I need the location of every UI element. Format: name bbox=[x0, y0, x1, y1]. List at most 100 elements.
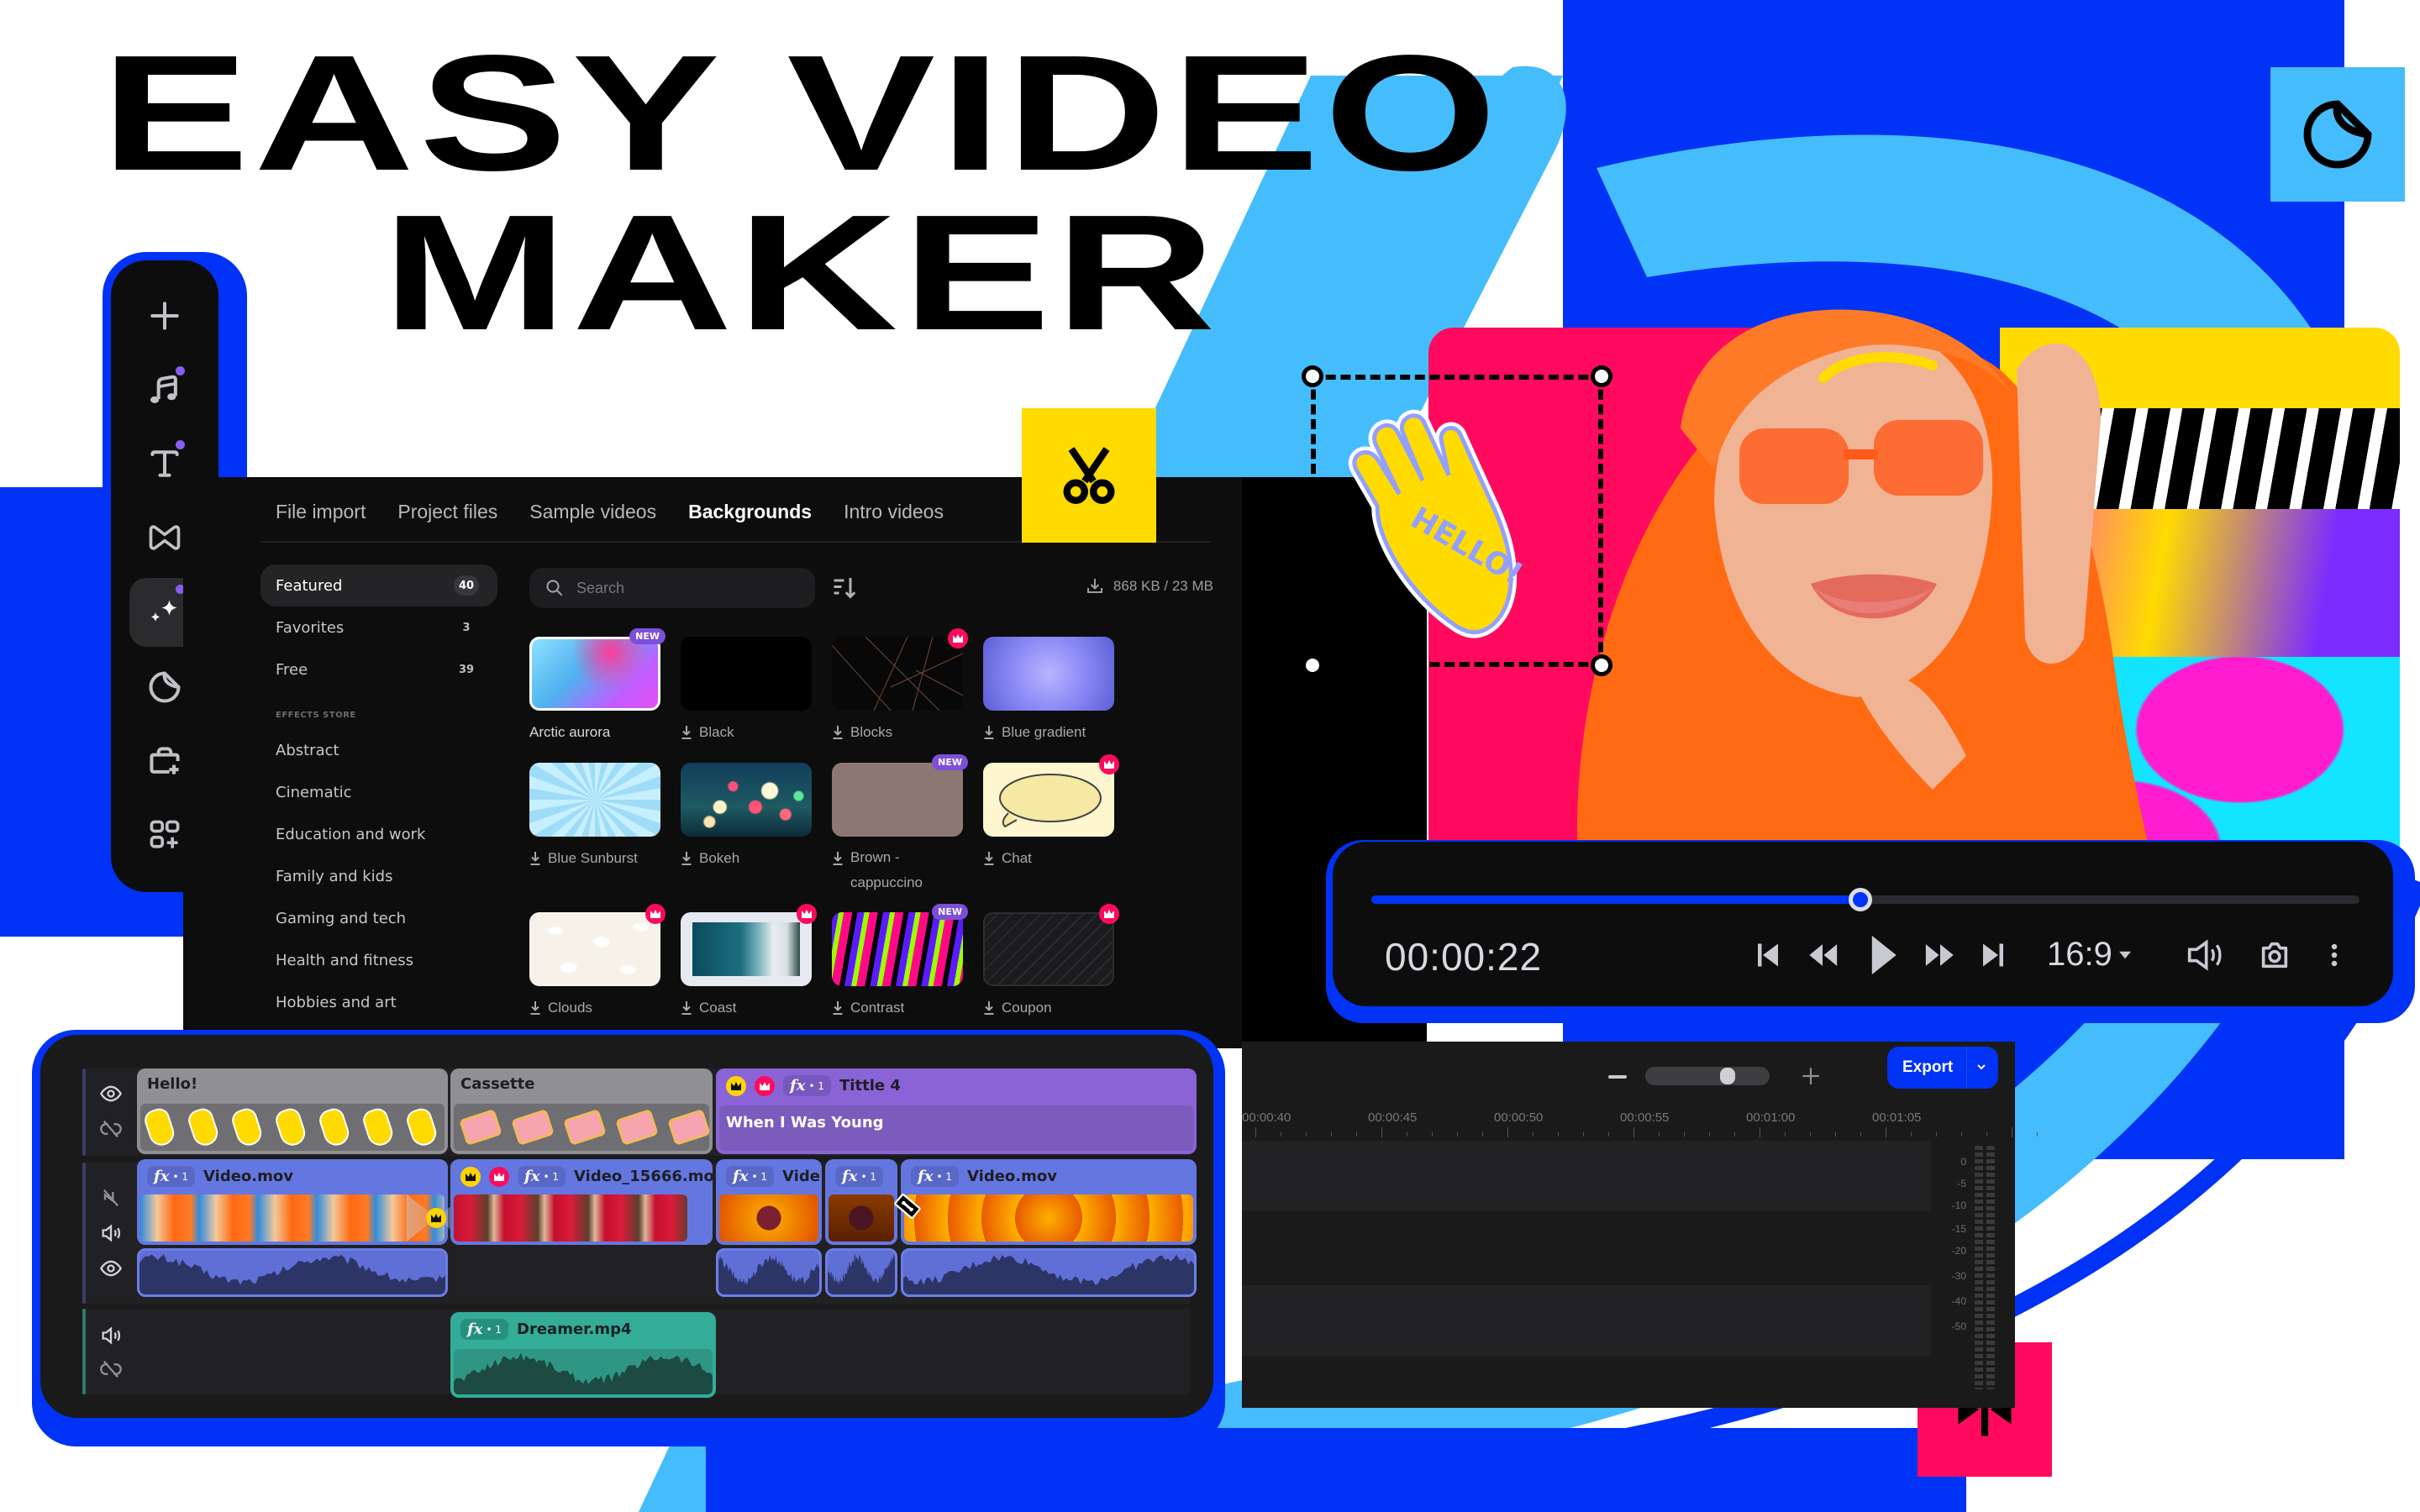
sticker-tool-badge[interactable] bbox=[2270, 67, 2405, 202]
clip-audio-waveform[interactable] bbox=[716, 1248, 822, 1297]
zoom-out-button[interactable] bbox=[1608, 1075, 1627, 1079]
notification-dot bbox=[176, 366, 185, 375]
background-card[interactable]: Bokeh bbox=[681, 763, 812, 895]
search-box[interactable] bbox=[529, 568, 815, 608]
fx-badge[interactable]: fx • 1 bbox=[518, 1166, 566, 1187]
category-featured[interactable]: Featured 40 bbox=[260, 564, 497, 606]
export-button[interactable]: Export bbox=[1887, 1047, 1998, 1089]
timeline-zoom-slider[interactable] bbox=[1645, 1067, 1770, 1085]
waveform-path bbox=[828, 1254, 895, 1294]
track-visibility-toggle[interactable] bbox=[99, 1082, 123, 1105]
tab-project-files[interactable]: Project files bbox=[397, 501, 497, 523]
fx-badge[interactable]: fx • 1 bbox=[783, 1075, 832, 1096]
background-card[interactable]: NEW Contrast bbox=[832, 904, 968, 1021]
meter-label: 0 bbox=[1960, 1156, 1966, 1168]
clip-audio[interactable]: fx • 1 Dreamer.mp4 bbox=[450, 1312, 716, 1398]
track-link-toggle[interactable] bbox=[99, 1117, 123, 1141]
store-category-hobbies[interactable]: Hobbies and art bbox=[260, 981, 497, 1023]
clip-video[interactable]: fx • 1 Video.mov bbox=[137, 1159, 448, 1245]
resize-handle-top-right[interactable] bbox=[1591, 365, 1612, 387]
store-category-cinematic[interactable]: Cinematic bbox=[260, 771, 497, 813]
background-card[interactable]: Chat bbox=[983, 754, 1119, 895]
skip-to-start-button[interactable] bbox=[1751, 934, 1785, 976]
volume-button[interactable] bbox=[2181, 934, 2228, 976]
card-name: Blue Sunburst bbox=[548, 850, 638, 866]
store-category-gaming[interactable]: Gaming and tech bbox=[260, 897, 497, 939]
store-category-education[interactable]: Education and work bbox=[260, 813, 497, 855]
skip-to-end-button[interactable] bbox=[1976, 934, 2010, 976]
tab-sample-videos[interactable]: Sample videos bbox=[529, 501, 656, 523]
track-link-toggle[interactable] bbox=[99, 1357, 123, 1381]
fx-badge[interactable]: fx • 1 bbox=[726, 1166, 775, 1187]
category-free[interactable]: Free 39 bbox=[260, 648, 497, 690]
aspect-ratio-dropdown[interactable]: 16:9 bbox=[2047, 936, 2131, 974]
background-card[interactable]: Blue Sunburst bbox=[529, 763, 660, 895]
selection-box[interactable] bbox=[1302, 365, 1612, 676]
premium-badge bbox=[948, 628, 968, 648]
rewind-icon bbox=[1809, 944, 1838, 966]
store-category-health[interactable]: Health and fitness bbox=[260, 939, 497, 981]
fx-badge[interactable]: fx • 1 bbox=[911, 1166, 960, 1187]
resize-handle-bottom-right[interactable] bbox=[1591, 654, 1612, 676]
audio-meter-right bbox=[1986, 1146, 1995, 1389]
zoom-in-button[interactable] bbox=[1800, 1065, 1822, 1087]
background-card[interactable]: Coupon bbox=[983, 904, 1119, 1021]
category-count: 3 bbox=[462, 621, 471, 634]
store-category-abstract[interactable]: Abstract bbox=[260, 729, 497, 771]
track-audio-toggle[interactable] bbox=[99, 1221, 123, 1245]
storage-text: 868 KB / 23 MB bbox=[1113, 578, 1213, 594]
clip-video[interactable]: fx • 1 Vide bbox=[716, 1159, 822, 1245]
background-card[interactable]: Blocks bbox=[832, 628, 968, 746]
resize-handle-bottom-left[interactable] bbox=[1302, 654, 1323, 676]
clip-audio-waveform[interactable] bbox=[137, 1248, 448, 1297]
track-visibility-toggle[interactable] bbox=[99, 1257, 123, 1280]
zoom-slider-handle[interactable] bbox=[1719, 1068, 1735, 1084]
chevron-down-icon[interactable] bbox=[1975, 1060, 1988, 1074]
clip-hello-sticker[interactable]: Hello! bbox=[137, 1068, 448, 1154]
store-category-family[interactable]: Family and kids bbox=[260, 855, 497, 897]
cassette-sticker-thumb bbox=[459, 1108, 502, 1147]
clip-video[interactable]: fx • 1 bbox=[825, 1159, 897, 1245]
clip-cassette-sticker[interactable]: Cassette bbox=[450, 1068, 713, 1154]
clip-video[interactable]: fx • 1 Video_15666.mov bbox=[450, 1159, 713, 1245]
cut-tool-badge[interactable] bbox=[1022, 408, 1156, 543]
fx-count: • 1 bbox=[543, 1170, 560, 1183]
tool-music-button[interactable] bbox=[129, 360, 200, 420]
clip-video[interactable]: fx • 1 Video.mov bbox=[901, 1159, 1197, 1245]
background-card[interactable]: NEW Arctic aurora bbox=[529, 628, 666, 746]
sort-button[interactable] bbox=[830, 573, 860, 603]
volume-icon bbox=[102, 1224, 121, 1242]
snapshot-button[interactable] bbox=[2254, 934, 2296, 976]
fx-badge[interactable]: fx • 1 bbox=[835, 1166, 884, 1187]
background-card[interactable]: Coast bbox=[681, 904, 817, 1021]
clip-title-4[interactable]: fx • 1 Tittle 4 When I Was Young bbox=[716, 1068, 1197, 1154]
fast-forward-button[interactable] bbox=[1919, 934, 1961, 976]
eye-icon bbox=[99, 1085, 123, 1102]
clip-audio-waveform[interactable] bbox=[901, 1248, 1197, 1297]
card-name: Contrast bbox=[850, 1000, 905, 1016]
rewind-button[interactable] bbox=[1802, 934, 1844, 976]
tool-add-button[interactable] bbox=[129, 286, 200, 346]
clip-audio-waveform[interactable] bbox=[825, 1248, 897, 1297]
fx-badge[interactable]: fx • 1 bbox=[147, 1166, 196, 1187]
background-card[interactable]: Black bbox=[681, 637, 812, 746]
category-favorites[interactable]: Favorites 3 bbox=[260, 606, 497, 648]
clip-title: Cassette bbox=[460, 1075, 534, 1093]
track-audio-toggle[interactable] bbox=[99, 1324, 123, 1347]
seek-bar-handle[interactable] bbox=[1849, 888, 1873, 911]
track-lock-toggle[interactable] bbox=[99, 1186, 123, 1210]
resize-handle-top-left[interactable] bbox=[1302, 365, 1323, 387]
background-card[interactable]: NEW Brown - cappuccino bbox=[832, 754, 968, 895]
search-input[interactable] bbox=[576, 579, 795, 597]
background-card[interactable]: Clouds bbox=[529, 904, 666, 1021]
background-card[interactable]: Blue gradient bbox=[983, 637, 1114, 746]
more-options-button[interactable] bbox=[2324, 934, 2344, 976]
tab-file-import[interactable]: File import bbox=[276, 501, 366, 523]
play-button[interactable] bbox=[1862, 926, 1904, 984]
razor-blade-icon[interactable] bbox=[892, 1191, 923, 1221]
download-icon bbox=[530, 1001, 540, 1015]
seek-bar[interactable] bbox=[1371, 888, 2360, 911]
fx-badge[interactable]: fx • 1 bbox=[460, 1319, 509, 1340]
tab-backgrounds[interactable]: Backgrounds bbox=[688, 501, 812, 523]
tab-intro-videos[interactable]: Intro videos bbox=[844, 501, 944, 523]
